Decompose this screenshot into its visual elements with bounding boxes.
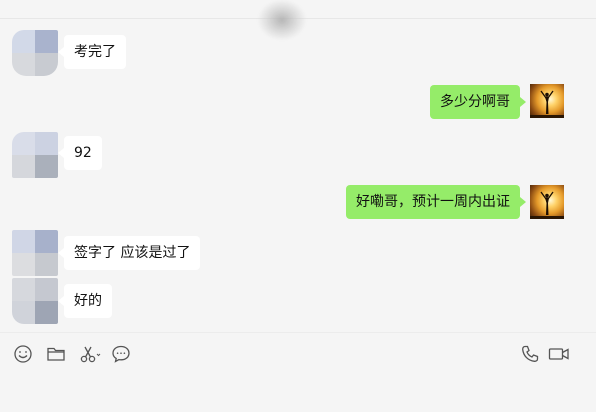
message-bubble[interactable]: 好嘞哥，预计一周内出证 — [346, 185, 526, 219]
message-bubble[interactable]: 好的 — [58, 284, 112, 318]
contact-avatar[interactable] — [12, 278, 58, 324]
chat-bubble-icon[interactable] — [110, 343, 132, 365]
message-incoming: 签字了 应该是过了 — [0, 230, 596, 280]
message-incoming: 考完了 — [0, 18, 596, 88]
user-avatar[interactable] — [530, 84, 564, 118]
silhouette-person-icon — [530, 90, 564, 118]
folder-icon[interactable] — [45, 343, 67, 365]
contact-avatar[interactable] — [12, 132, 58, 178]
message-bubble[interactable]: 多少分啊哥 — [430, 85, 526, 119]
chat-message-area[interactable]: 考完了 多少分啊哥 92 好嘞哥，预计一周内出证 签字了 应该是过了 好的 — [0, 18, 596, 332]
input-toolbar — [0, 333, 596, 412]
message-bubble[interactable]: 考完了 — [58, 35, 126, 69]
message-incoming: 92 — [0, 128, 596, 188]
message-incoming: 好的 — [0, 278, 596, 332]
contact-avatar[interactable] — [12, 230, 58, 276]
user-avatar[interactable] — [530, 185, 564, 219]
scissors-icon[interactable] — [78, 343, 102, 365]
message-bubble[interactable]: 92 — [58, 136, 102, 170]
emoji-icon[interactable] — [12, 343, 34, 365]
message-bubble[interactable]: 签字了 应该是过了 — [57, 236, 201, 270]
phone-icon[interactable] — [519, 343, 541, 365]
video-icon[interactable] — [547, 343, 571, 365]
message-outgoing: 好嘞哥，预计一周内出证 — [0, 185, 596, 225]
contact-avatar[interactable] — [12, 30, 58, 76]
silhouette-person-icon — [530, 191, 564, 219]
message-outgoing: 多少分啊哥 — [0, 84, 596, 124]
